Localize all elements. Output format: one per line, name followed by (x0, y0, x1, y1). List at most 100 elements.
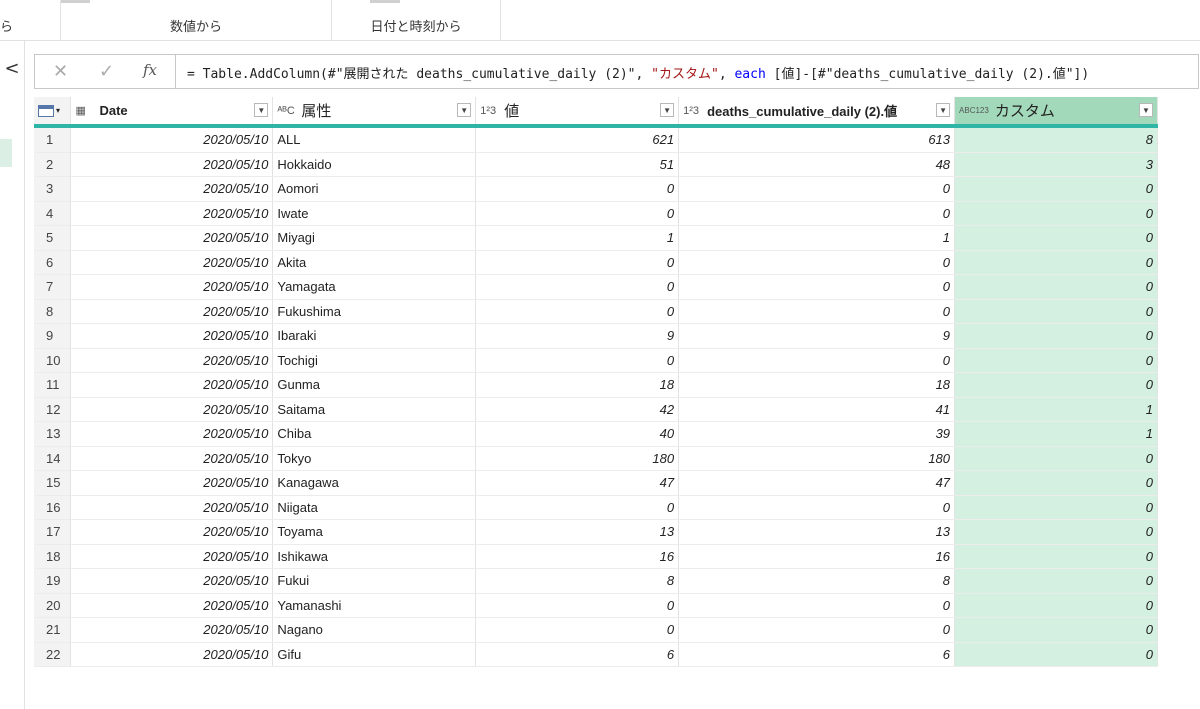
filter-dropdown-button[interactable]: ▼ (254, 103, 269, 117)
cell-attribute[interactable]: Fukui (272, 568, 477, 594)
cell-date[interactable]: 2020/05/10 (70, 593, 274, 618)
cell-attribute[interactable]: Toyama (272, 519, 477, 545)
cell-custom[interactable]: 8 (954, 126, 1158, 153)
cell-deaths-cumulative[interactable]: 8 (678, 568, 956, 594)
cell-value[interactable]: 0 (475, 495, 680, 520)
cell-deaths-cumulative[interactable]: 0 (678, 201, 956, 226)
cell-date[interactable]: 2020/05/10 (70, 250, 274, 275)
date-type-icon[interactable]: ▦ (75, 104, 93, 117)
cell-deaths-cumulative[interactable]: 13 (678, 519, 956, 545)
cell-custom[interactable]: 0 (954, 642, 1158, 667)
column-header-deaths-cumulative[interactable]: 1²3 deaths_cumulative_daily (2).値 ▼ (678, 97, 956, 128)
column-header-value[interactable]: 1²3 値 ▼ (475, 97, 680, 128)
row-number[interactable]: 7 (34, 274, 72, 300)
row-number[interactable]: 4 (34, 201, 72, 226)
cell-attribute[interactable]: Ibaraki (272, 323, 477, 349)
cell-value[interactable]: 0 (475, 299, 680, 324)
table-row[interactable]: 7 2020/05/10 Yamagata 0 0 0 (34, 274, 1158, 300)
table-row[interactable]: 5 2020/05/10 Miyagi 1 1 0 (34, 225, 1158, 251)
cell-date[interactable]: 2020/05/10 (70, 544, 274, 569)
number-type-icon[interactable]: 1²3 (480, 105, 498, 117)
cell-date[interactable]: 2020/05/10 (70, 568, 274, 594)
cell-value[interactable]: 621 (475, 126, 680, 153)
table-row[interactable]: 20 2020/05/10 Yamanashi 0 0 0 (34, 593, 1158, 618)
formula-input[interactable]: = Table.AddColumn(#"展開された deaths_cumulat… (187, 63, 1089, 82)
cell-attribute[interactable]: Kanagawa (272, 470, 477, 496)
cell-attribute[interactable]: Tokyo (272, 446, 477, 471)
cell-value[interactable]: 51 (475, 152, 680, 177)
filter-dropdown-button[interactable]: ▼ (457, 103, 472, 117)
table-row[interactable]: 15 2020/05/10 Kanagawa 47 47 0 (34, 470, 1158, 496)
cell-date[interactable]: 2020/05/10 (70, 152, 274, 177)
row-number[interactable]: 22 (34, 642, 72, 667)
cell-deaths-cumulative[interactable]: 47 (678, 470, 956, 496)
row-number[interactable]: 11 (34, 372, 72, 398)
cell-deaths-cumulative[interactable]: 39 (678, 421, 956, 447)
cell-attribute[interactable]: Miyagi (272, 225, 477, 251)
cell-date[interactable]: 2020/05/10 (70, 372, 274, 398)
cell-deaths-cumulative[interactable]: 0 (678, 593, 956, 618)
cell-value[interactable]: 9 (475, 323, 680, 349)
cell-attribute[interactable]: Aomori (272, 176, 477, 202)
table-row[interactable]: 4 2020/05/10 Iwate 0 0 0 (34, 201, 1158, 226)
table-row[interactable]: 16 2020/05/10 Niigata 0 0 0 (34, 495, 1158, 520)
cell-custom[interactable]: 0 (954, 544, 1158, 569)
cell-value[interactable]: 0 (475, 593, 680, 618)
cell-custom[interactable]: 0 (954, 372, 1158, 398)
row-number[interactable]: 2 (34, 152, 72, 177)
cell-deaths-cumulative[interactable]: 0 (678, 299, 956, 324)
cell-attribute[interactable]: Iwate (272, 201, 477, 226)
cell-date[interactable]: 2020/05/10 (70, 176, 274, 202)
fx-icon[interactable]: fx (143, 61, 157, 79)
cell-custom[interactable]: 0 (954, 495, 1158, 520)
cell-deaths-cumulative[interactable]: 0 (678, 348, 956, 373)
cell-deaths-cumulative[interactable]: 9 (678, 323, 956, 349)
table-row[interactable]: 18 2020/05/10 Ishikawa 16 16 0 (34, 544, 1158, 569)
table-row[interactable]: 2 2020/05/10 Hokkaido 51 48 3 (34, 152, 1158, 177)
cell-date[interactable]: 2020/05/10 (70, 225, 274, 251)
filter-dropdown-button[interactable]: ▼ (936, 103, 951, 117)
cell-deaths-cumulative[interactable]: 41 (678, 397, 956, 422)
row-number[interactable]: 15 (34, 470, 72, 496)
table-row[interactable]: 3 2020/05/10 Aomori 0 0 0 (34, 176, 1158, 202)
table-row[interactable]: 21 2020/05/10 Nagano 0 0 0 (34, 617, 1158, 643)
cell-date[interactable]: 2020/05/10 (70, 642, 274, 667)
cell-value[interactable]: 0 (475, 176, 680, 202)
cell-date[interactable]: 2020/05/10 (70, 519, 274, 545)
number-type-icon[interactable]: 1²3 (683, 105, 701, 117)
cell-attribute[interactable]: Yamanashi (272, 593, 477, 618)
cell-value[interactable]: 8 (475, 568, 680, 594)
cell-date[interactable]: 2020/05/10 (70, 397, 274, 422)
row-number[interactable]: 6 (34, 250, 72, 275)
cell-value[interactable]: 180 (475, 446, 680, 471)
cell-attribute[interactable]: Fukushima (272, 299, 477, 324)
table-row[interactable]: 12 2020/05/10 Saitama 42 41 1 (34, 397, 1158, 422)
cell-attribute[interactable]: Gifu (272, 642, 477, 667)
cell-date[interactable]: 2020/05/10 (70, 495, 274, 520)
table-row[interactable]: 17 2020/05/10 Toyama 13 13 0 (34, 519, 1158, 545)
table-row[interactable]: 9 2020/05/10 Ibaraki 9 9 0 (34, 323, 1158, 349)
cell-custom[interactable]: 0 (954, 519, 1158, 545)
cell-deaths-cumulative[interactable]: 48 (678, 152, 956, 177)
cell-attribute[interactable]: Nagano (272, 617, 477, 643)
row-number[interactable]: 17 (34, 519, 72, 545)
selected-query-indicator[interactable] (0, 139, 12, 167)
cell-value[interactable]: 18 (475, 372, 680, 398)
cell-attribute[interactable]: Niigata (272, 495, 477, 520)
cell-date[interactable]: 2020/05/10 (70, 274, 274, 300)
column-header-custom[interactable]: ABC123 カスタム ▼ (954, 97, 1158, 128)
row-number[interactable]: 21 (34, 617, 72, 643)
cell-date[interactable]: 2020/05/10 (70, 126, 274, 153)
cell-date[interactable]: 2020/05/10 (70, 323, 274, 349)
cell-deaths-cumulative[interactable]: 18 (678, 372, 956, 398)
cell-custom[interactable]: 1 (954, 421, 1158, 447)
cell-custom[interactable]: 0 (954, 470, 1158, 496)
cell-attribute[interactable]: Ishikawa (272, 544, 477, 569)
any-type-icon[interactable]: ABC123 (959, 106, 989, 115)
column-header-attribute[interactable]: ᴬᴮC 属性 ▼ (272, 97, 477, 128)
cell-attribute[interactable]: Tochigi (272, 348, 477, 373)
cell-deaths-cumulative[interactable]: 16 (678, 544, 956, 569)
cell-date[interactable]: 2020/05/10 (70, 348, 274, 373)
cell-value[interactable]: 0 (475, 250, 680, 275)
cell-custom[interactable]: 0 (954, 323, 1158, 349)
